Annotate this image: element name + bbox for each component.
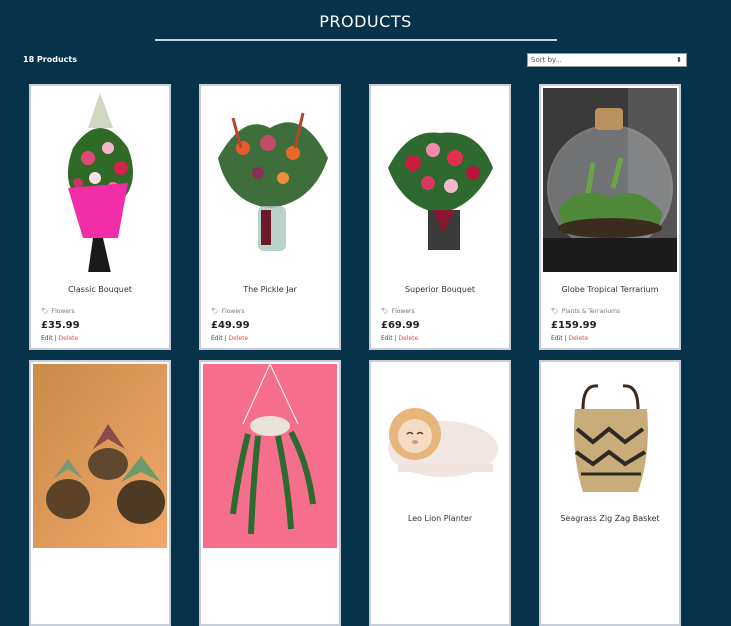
product-category: 🏷 Flowers xyxy=(211,308,245,315)
product-actions: Edit | Delete xyxy=(41,335,79,342)
product-name[interactable]: Classic Bouquet xyxy=(31,285,169,294)
product-actions: Edit | Delete xyxy=(211,335,249,342)
product-name[interactable]: Superior Bouquet xyxy=(371,285,509,294)
tag-icon: 🏷 xyxy=(211,308,219,315)
title-divider xyxy=(155,39,557,41)
product-count: 18 Products xyxy=(23,55,77,64)
product-image[interactable] xyxy=(373,88,507,272)
product-image[interactable] xyxy=(33,88,167,272)
product-category: 🏷 Plants & Terrariums xyxy=(551,308,621,315)
product-category: 🏷 Flowers xyxy=(381,308,415,315)
product-image[interactable] xyxy=(203,88,337,272)
page-title: PRODUCTS xyxy=(319,12,412,31)
edit-link[interactable]: Edit xyxy=(551,335,563,342)
product-card[interactable]: Globe Tropical Terrarium 🏷 Plants & Terra… xyxy=(539,84,681,350)
product-card[interactable]: Superior Bouquet 🏷 Flowers £69.99 Edit | … xyxy=(369,84,511,350)
product-price: £159.99 xyxy=(551,320,597,331)
product-name[interactable]: The Pickle Jar xyxy=(201,285,339,294)
product-card[interactable] xyxy=(199,360,341,626)
sort-select[interactable]: Sort by... ⬍ xyxy=(527,53,687,67)
sort-select-value: Sort by... xyxy=(531,56,562,64)
product-image[interactable] xyxy=(203,364,337,548)
delete-link[interactable]: Delete xyxy=(398,335,418,342)
product-name[interactable]: Globe Tropical Terrarium xyxy=(541,285,679,294)
product-card[interactable]: Seagrass Zig Zag Basket xyxy=(539,360,681,626)
edit-link[interactable]: Edit xyxy=(211,335,223,342)
select-arrows-icon: ⬍ xyxy=(676,56,682,64)
product-card[interactable] xyxy=(29,360,171,626)
edit-link[interactable]: Edit xyxy=(381,335,393,342)
product-image[interactable] xyxy=(33,364,167,548)
product-price: £35.99 xyxy=(41,320,80,331)
product-name[interactable]: Leo Lion Planter xyxy=(371,514,509,523)
product-category: 🏷 Flowers xyxy=(41,308,75,315)
product-image[interactable] xyxy=(543,88,677,272)
product-actions: Edit | Delete xyxy=(381,335,419,342)
product-card[interactable]: The Pickle Jar 🏷 Flowers £49.99 Edit | De… xyxy=(199,84,341,350)
product-card[interactable]: Classic Bouquet 🏷 Flowers £35.99 Edit | D… xyxy=(29,84,171,350)
product-actions: Edit | Delete xyxy=(551,335,589,342)
edit-link[interactable]: Edit xyxy=(41,335,53,342)
product-price: £49.99 xyxy=(211,320,250,331)
product-name[interactable]: Seagrass Zig Zag Basket xyxy=(541,514,679,523)
delete-link[interactable]: Delete xyxy=(228,335,248,342)
delete-link[interactable]: Delete xyxy=(568,335,588,342)
delete-link[interactable]: Delete xyxy=(58,335,78,342)
product-card[interactable]: Leo Lion Planter xyxy=(369,360,511,626)
tag-icon: 🏷 xyxy=(41,308,49,315)
product-price: £69.99 xyxy=(381,320,420,331)
tag-icon: 🏷 xyxy=(551,308,559,315)
tag-icon: 🏷 xyxy=(381,308,389,315)
